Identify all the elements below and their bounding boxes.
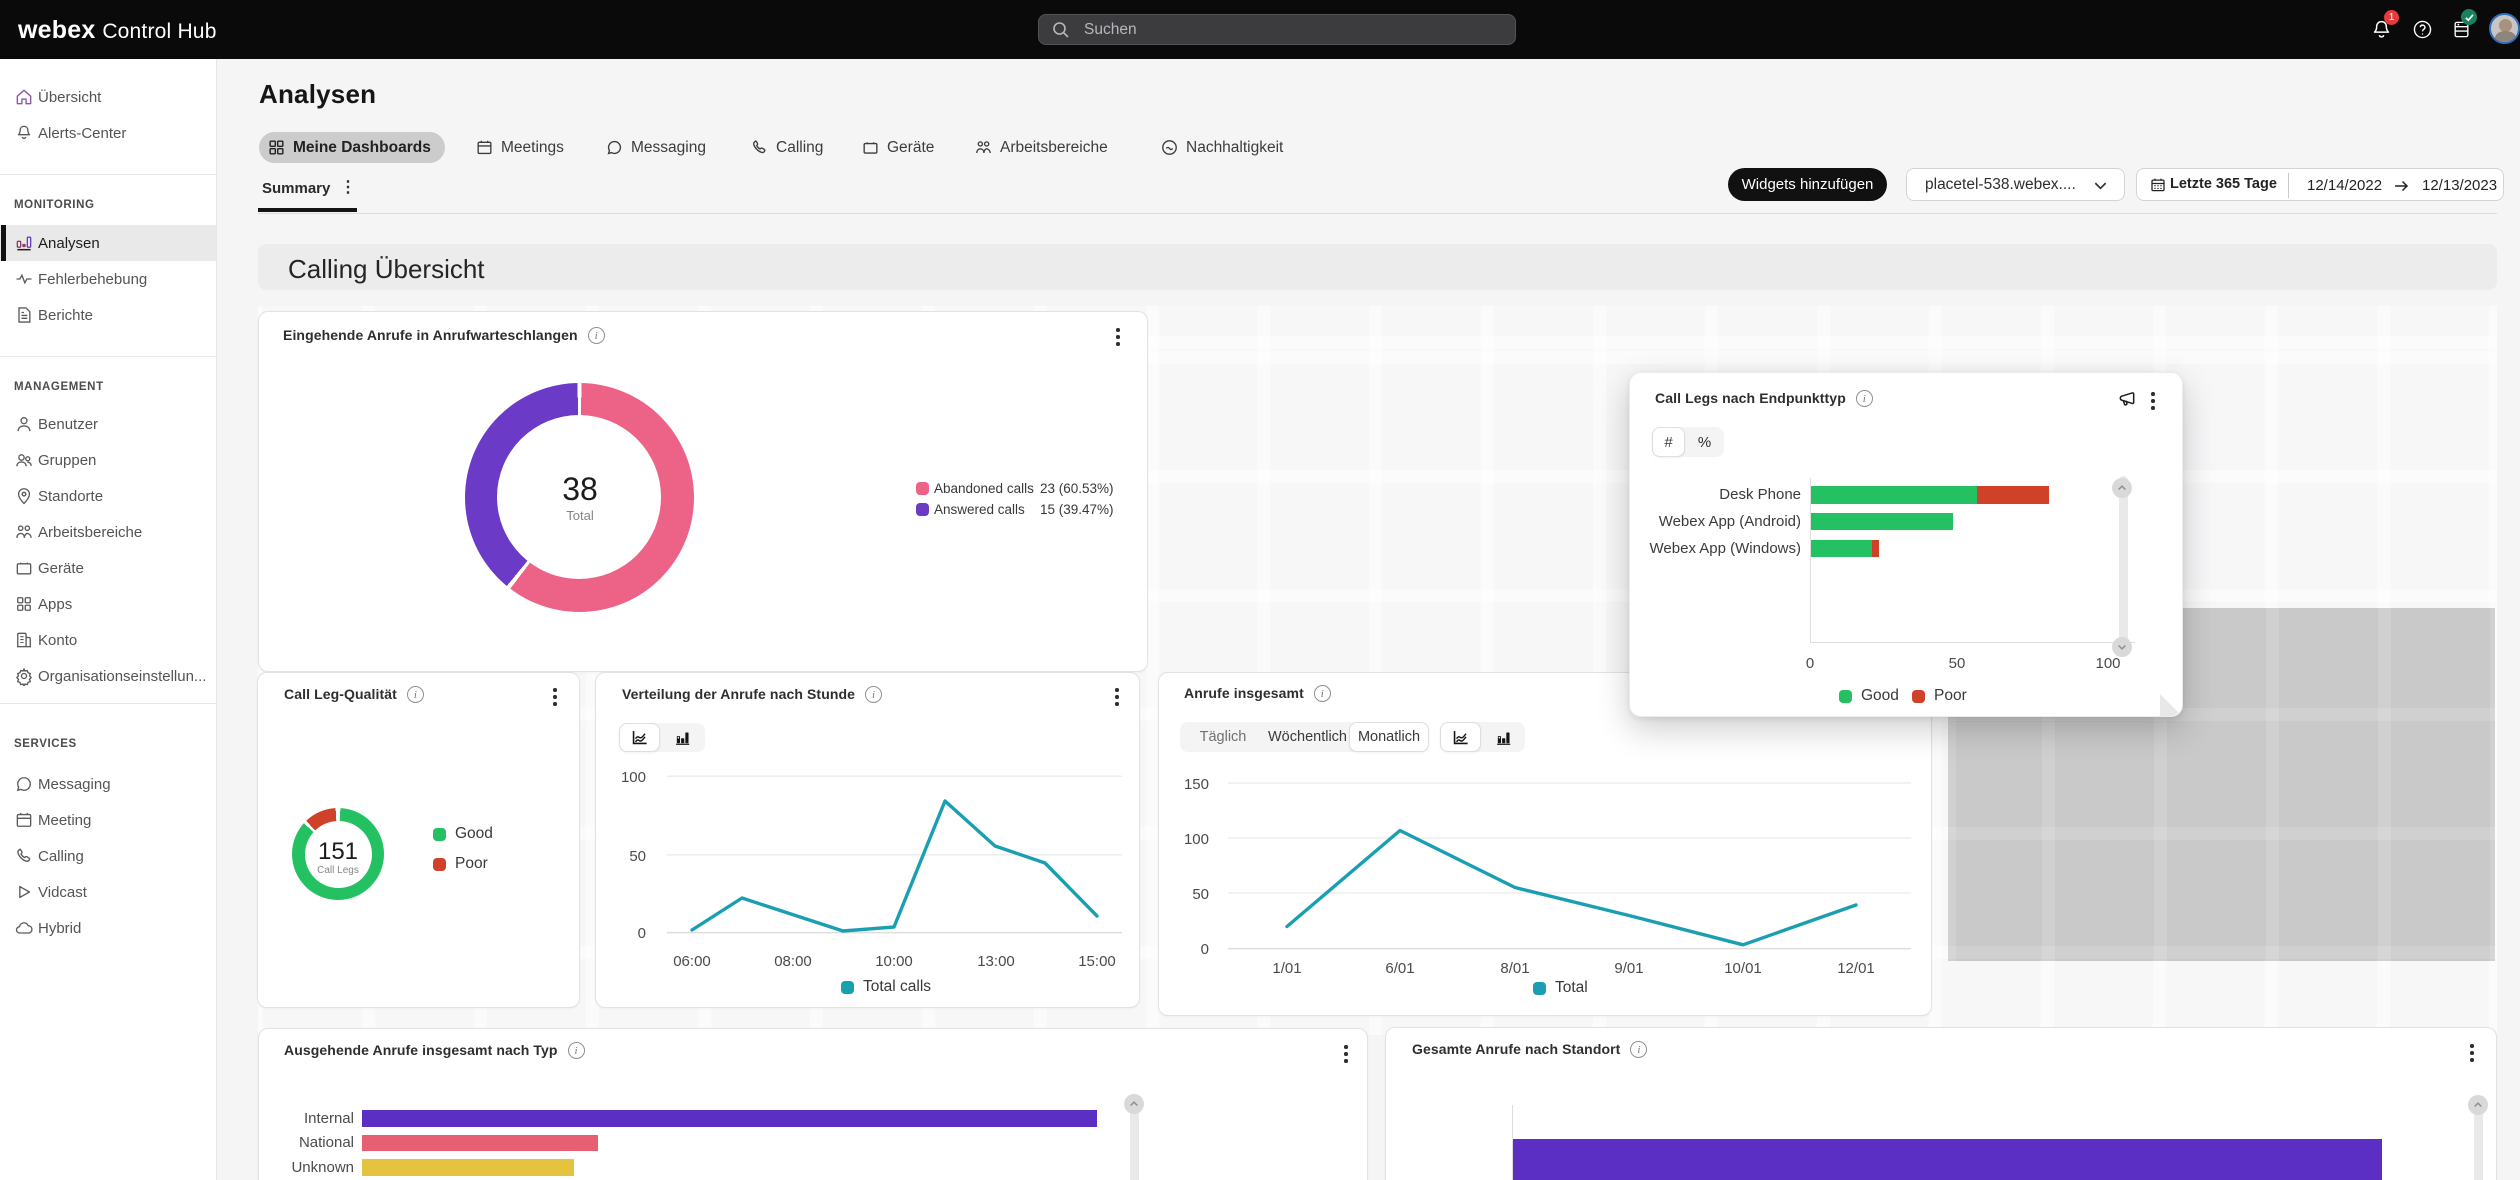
svg-text:0: 0 — [638, 925, 646, 942]
svg-text:06:00: 06:00 — [673, 953, 711, 970]
svg-text:6/01: 6/01 — [1385, 960, 1414, 977]
svg-text:100: 100 — [1184, 831, 1209, 848]
svg-text:08:00: 08:00 — [774, 953, 812, 970]
svg-text:0: 0 — [1201, 941, 1209, 958]
svg-text:8/01: 8/01 — [1500, 960, 1529, 977]
svg-text:12/01: 12/01 — [1837, 960, 1875, 977]
svg-text:1/01: 1/01 — [1272, 960, 1301, 977]
svg-text:10/01: 10/01 — [1724, 960, 1762, 977]
svg-text:50: 50 — [629, 848, 646, 865]
svg-text:13:00: 13:00 — [977, 953, 1015, 970]
svg-text:9/01: 9/01 — [1614, 960, 1643, 977]
svg-text:50: 50 — [1192, 886, 1209, 903]
svg-text:150: 150 — [1184, 776, 1209, 793]
svg-text:100: 100 — [621, 769, 646, 786]
svg-text:15:00: 15:00 — [1078, 953, 1116, 970]
svg-text:10:00: 10:00 — [875, 953, 913, 970]
